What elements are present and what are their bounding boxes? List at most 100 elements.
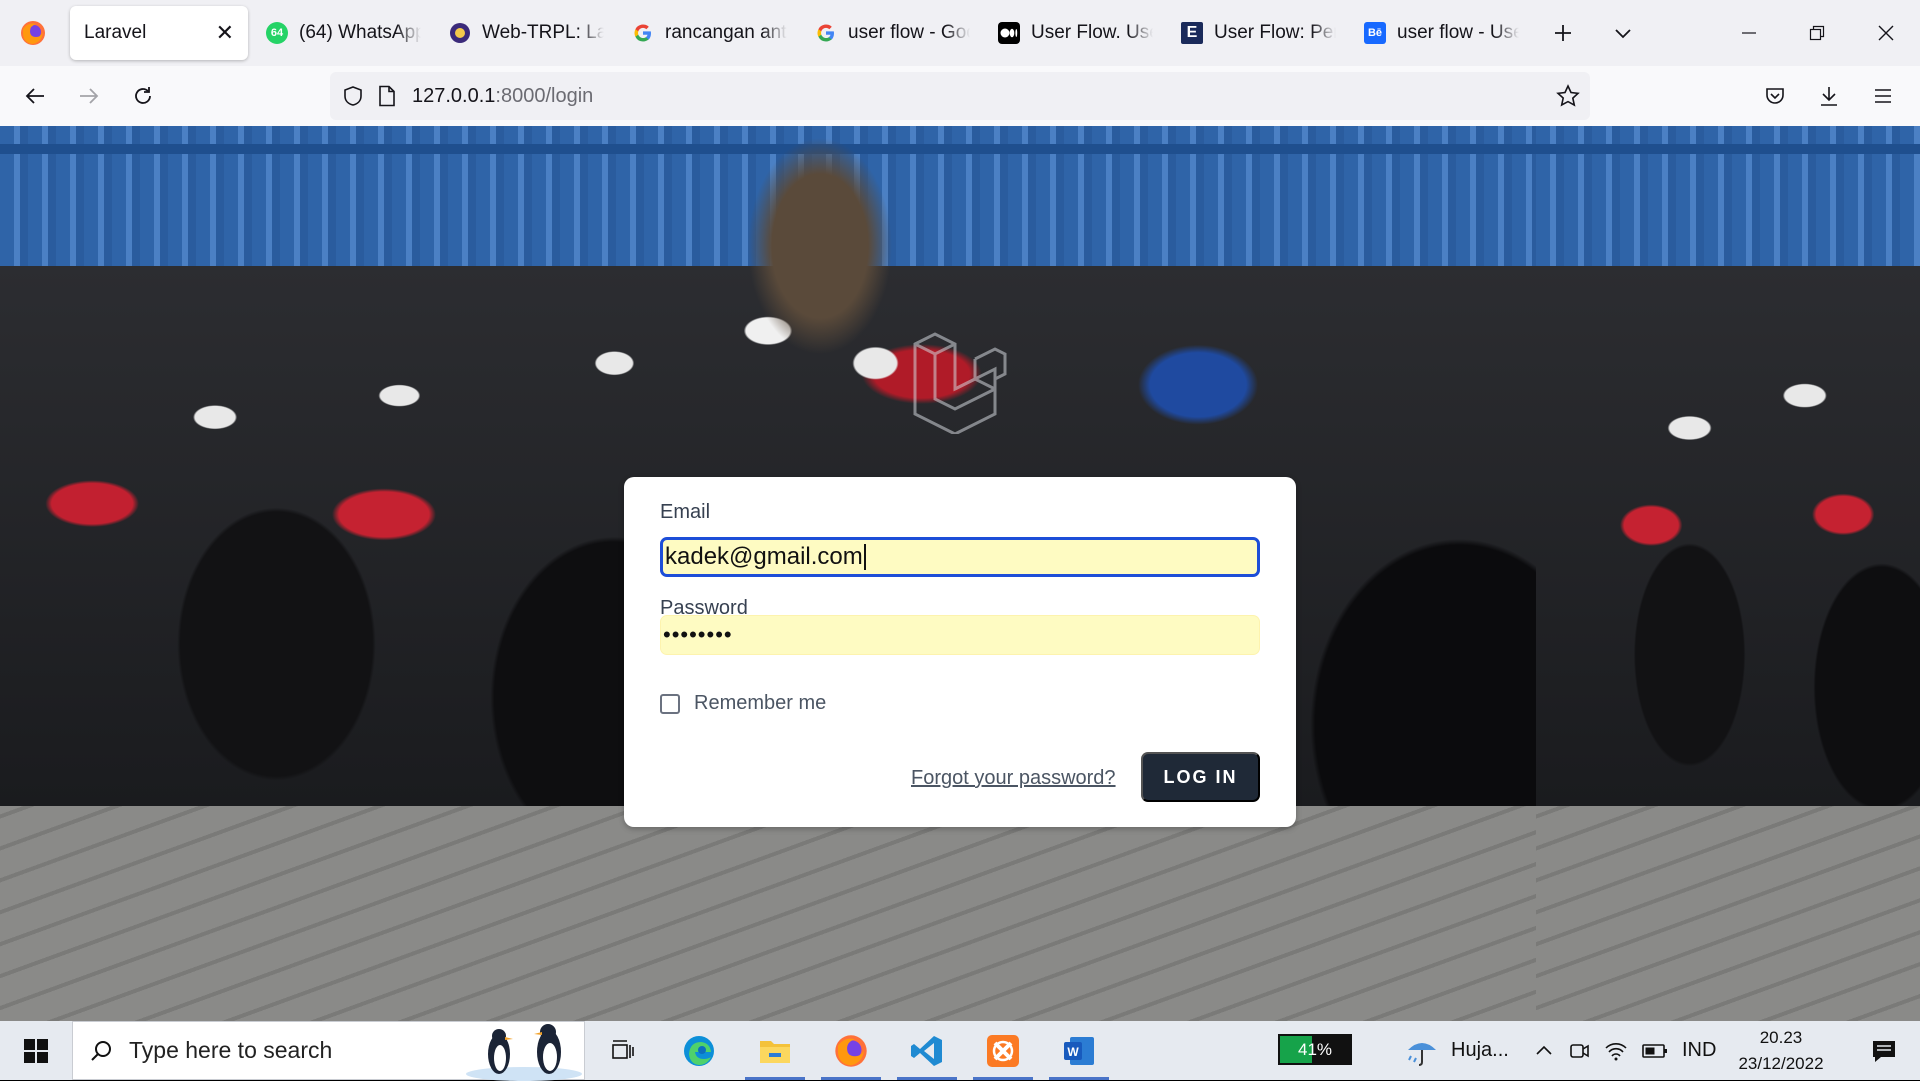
shield-icon[interactable] <box>342 85 364 107</box>
medium-icon <box>998 22 1020 44</box>
taskbar-vscode[interactable] <box>889 1021 965 1080</box>
navigation-bar: 127.0.0.1:8000/login <box>0 66 1920 126</box>
arrow-right-icon <box>78 85 100 107</box>
download-icon <box>1818 85 1840 107</box>
web-trpl-icon <box>449 22 471 44</box>
url-host: 127.0.0.1 <box>412 84 496 107</box>
email-field[interactable]: kadek@gmail.com <box>660 537 1260 577</box>
svg-text:W: W <box>1067 1045 1079 1059</box>
unread-badge: 64 <box>270 27 284 39</box>
search-placeholder: Type here to search <box>129 1037 333 1063</box>
background-motorcycles <box>1536 266 1920 806</box>
tab-rancangan[interactable]: rancangan anta <box>618 6 801 60</box>
wifi-icon[interactable] <box>1604 1040 1628 1062</box>
page-icon[interactable] <box>378 85 396 107</box>
pocket-icon <box>1764 85 1786 107</box>
whatsapp-icon: 64 <box>266 22 288 44</box>
login-card: Email kadek@gmail.com Password •••••••• … <box>624 477 1296 827</box>
minimize-icon <box>1741 25 1757 41</box>
penguin-search-highlight-icon <box>464 1022 584 1081</box>
search-icon <box>89 1039 113 1063</box>
star-icon[interactable] <box>1556 84 1580 108</box>
remember-me-label: Remember me <box>694 692 827 714</box>
reload-icon <box>132 85 154 107</box>
word-icon: W <box>1062 1034 1096 1068</box>
edge-icon <box>682 1034 716 1068</box>
email-label: Email <box>660 501 711 523</box>
xampp-icon <box>986 1034 1020 1068</box>
vscode-icon <box>910 1034 944 1068</box>
battery-widget[interactable]: 41% <box>1278 1034 1352 1065</box>
start-button[interactable] <box>0 1021 72 1080</box>
tab-label: rancangan anta <box>665 22 787 43</box>
taskbar-search[interactable]: Type here to search <box>72 1021 585 1081</box>
firefox-icon <box>834 1034 868 1068</box>
downloads-button[interactable] <box>1802 66 1856 126</box>
forward-button[interactable] <box>62 66 116 126</box>
rain-umbrella-icon <box>1405 1034 1439 1068</box>
close-icon <box>1877 24 1895 42</box>
remember-me-checkbox[interactable] <box>660 693 680 714</box>
tab-user-flow-google[interactable]: user flow - Goo <box>801 6 984 60</box>
minimize-button[interactable] <box>1715 0 1783 66</box>
taskbar: Type here to search W 41% Huja... IND 20… <box>0 1021 1920 1081</box>
system-tray: IND <box>1534 1021 1716 1080</box>
forgot-password-link[interactable]: Forgot your password? <box>911 767 1116 790</box>
clock-date: 23/12/2022 <box>1738 1054 1824 1073</box>
tab-web-trpl[interactable]: Web-TRPL: Lap <box>435 6 618 60</box>
tab-laravel[interactable]: Laravel ✕ <box>70 6 248 60</box>
arrow-left-icon <box>24 85 46 107</box>
url-text[interactable]: 127.0.0.1:8000/login <box>412 85 593 108</box>
reload-button[interactable] <box>116 66 170 126</box>
address-bar[interactable]: 127.0.0.1:8000/login <box>330 72 1590 120</box>
laravel-logo <box>905 324 1015 436</box>
action-center-button[interactable] <box>1848 1021 1920 1080</box>
taskbar-firefox[interactable] <box>813 1021 889 1080</box>
chevron-up-icon[interactable] <box>1534 1041 1554 1061</box>
taskbar-edge[interactable] <box>661 1021 737 1080</box>
password-field[interactable]: •••••••• <box>660 615 1260 655</box>
taskbar-xampp[interactable] <box>965 1021 1041 1080</box>
new-tab-button[interactable] <box>1533 6 1593 60</box>
remember-me[interactable]: Remember me <box>660 692 826 715</box>
e-icon: E <box>1181 22 1203 44</box>
task-view-icon <box>610 1038 636 1064</box>
firefox-menu[interactable] <box>0 0 66 66</box>
input-language[interactable]: IND <box>1682 1039 1716 1062</box>
tab-user-flow-pen[interactable]: E User Flow: Pen <box>1167 6 1350 60</box>
close-window-button[interactable] <box>1852 0 1920 66</box>
weather-widget[interactable]: Huja... <box>1405 1021 1509 1080</box>
pocket-button[interactable] <box>1748 66 1802 126</box>
password-value: •••••••• <box>663 622 733 647</box>
page-content: Email kadek@gmail.com Password •••••••• … <box>0 126 1920 1021</box>
battery-percent: 41% <box>1297 1039 1333 1059</box>
chevron-down-icon <box>1613 23 1633 43</box>
task-view-button[interactable] <box>585 1021 661 1080</box>
close-tab-icon[interactable]: ✕ <box>216 20 234 46</box>
weather-text: Huja... <box>1451 1039 1509 1061</box>
clock[interactable]: 20.23 23/12/2022 <box>1726 1025 1836 1077</box>
restore-button[interactable] <box>1783 0 1851 66</box>
list-all-tabs-button[interactable] <box>1593 6 1653 60</box>
tab-user-flow-medium[interactable]: User Flow. User <box>984 6 1167 60</box>
taskbar-file-explorer[interactable] <box>737 1021 813 1080</box>
clock-time: 20.23 <box>1759 1028 1803 1047</box>
back-button[interactable] <box>8 66 62 126</box>
tab-user-flow-behance[interactable]: Bē user flow - Use <box>1350 6 1533 60</box>
menu-button[interactable] <box>1856 66 1910 126</box>
firefox-icon <box>20 20 46 46</box>
battery-icon[interactable] <box>1642 1043 1668 1059</box>
tab-label: User Flow. User <box>1031 22 1153 43</box>
restore-icon <box>1809 25 1825 41</box>
tab-label: User Flow: Pen <box>1214 22 1336 43</box>
hamburger-menu-icon <box>1872 85 1894 107</box>
plus-icon <box>1553 23 1573 43</box>
tab-whatsapp[interactable]: 64 (64) WhatsApp <box>252 6 435 60</box>
tab-label: (64) WhatsApp <box>299 22 421 43</box>
taskbar-word[interactable]: W <box>1041 1021 1117 1080</box>
folder-icon <box>759 1037 791 1065</box>
google-icon <box>632 22 654 44</box>
meet-now-icon[interactable] <box>1568 1040 1590 1062</box>
behance-icon: Bē <box>1364 22 1386 44</box>
login-button[interactable]: LOG IN <box>1141 752 1260 802</box>
